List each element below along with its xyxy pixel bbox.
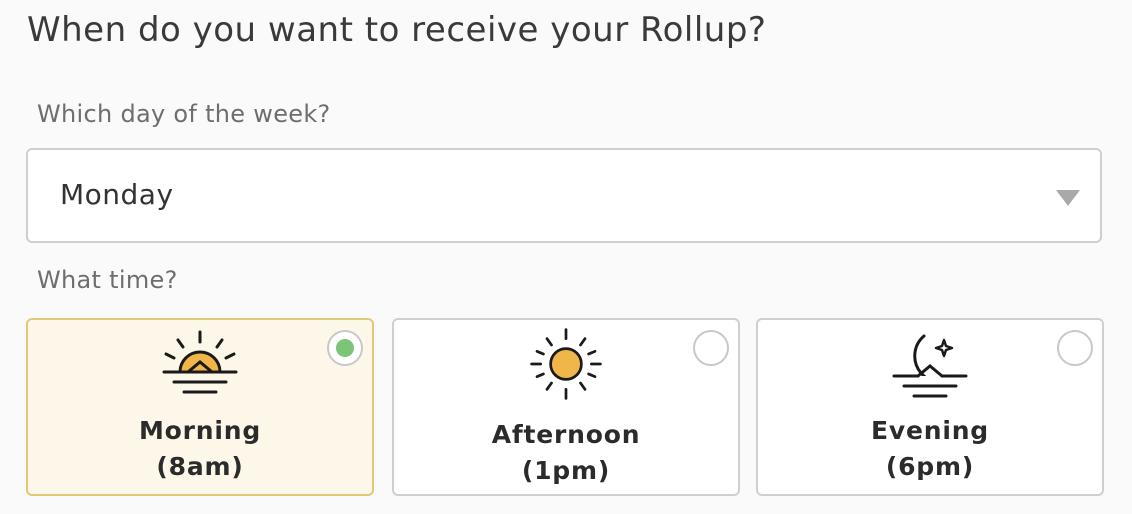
radio-morning[interactable] [327, 330, 363, 366]
time-label: What time? [37, 266, 178, 294]
time-option-title: Evening [871, 416, 989, 445]
day-select[interactable]: Monday [26, 148, 1102, 243]
time-option-afternoon[interactable]: Afternoon (1pm) [392, 318, 740, 496]
moon-icon [892, 334, 968, 404]
time-option-time: (8am) [156, 452, 244, 481]
radio-selected-dot [336, 339, 354, 357]
time-option-time: (6pm) [885, 452, 975, 481]
time-option-title: Afternoon [491, 420, 641, 449]
sunrise-icon [162, 330, 238, 394]
time-option-morning[interactable]: Morning (8am) [26, 318, 374, 496]
sun-icon [530, 328, 602, 400]
time-option-time: (1pm) [521, 456, 611, 485]
radio-evening[interactable] [1057, 330, 1093, 366]
page-title: When do you want to receive your Rollup? [27, 10, 767, 50]
day-label: Which day of the week? [37, 100, 331, 128]
time-option-evening[interactable]: Evening (6pm) [756, 318, 1104, 496]
time-option-title: Morning [138, 416, 262, 445]
radio-afternoon[interactable] [693, 330, 729, 366]
day-select-value: Monday [60, 178, 174, 211]
chevron-down-icon[interactable] [1056, 190, 1080, 206]
